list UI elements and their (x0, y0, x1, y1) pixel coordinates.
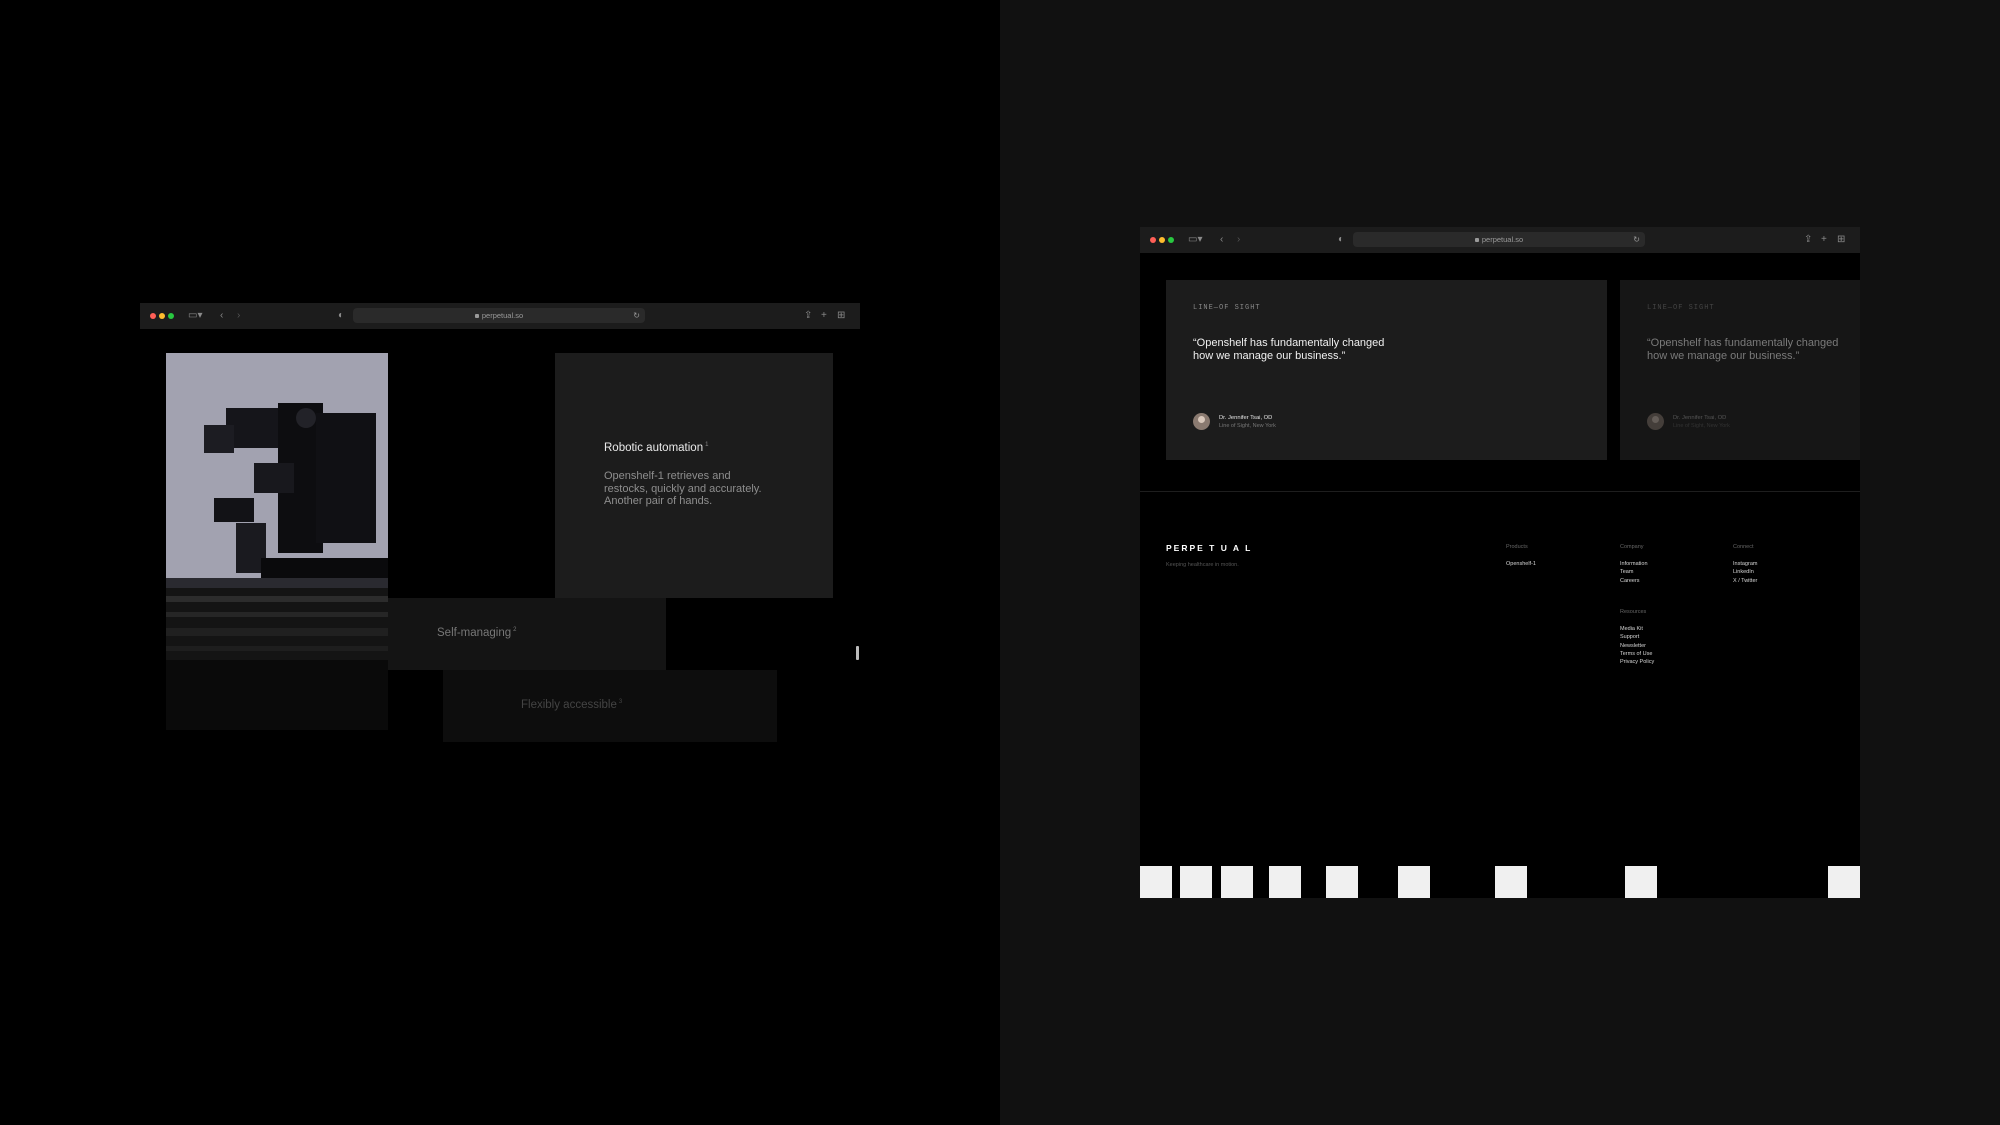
lock-icon (474, 314, 479, 318)
privacy-shield-icon[interactable]: ◐ (1338, 233, 1344, 247)
robotic-arm-image (166, 353, 388, 588)
footer-links-connect: Instagram LinkedIn X / Twitter (1733, 560, 1757, 585)
testimonial-tag: LINE—OF SIGHT (1647, 304, 1715, 312)
footer-links-company: Information Team Careers (1620, 560, 1648, 585)
robot-image-strip (166, 588, 388, 660)
author-avatar (1647, 413, 1664, 430)
decorative-square (1221, 866, 1253, 898)
author-name: Dr. Jennifer Tsai, OD (1673, 415, 1727, 421)
decorative-square (1326, 866, 1358, 898)
feature-title: Flexibly accessible 3 (521, 699, 623, 711)
sidebar-toggle-icon[interactable]: ▭▾ (188, 309, 202, 323)
testimonial-card: LINE—OF SIGHT “Openshelf has fundamental… (1166, 280, 1607, 460)
footer-link[interactable]: Support (1620, 633, 1654, 641)
right-panel: ▭▾ ‹ › ◐ perpetual.so ↻ ⇪ + ⊞ LINE—OF SI… (1000, 0, 2000, 1125)
privacy-shield-icon[interactable]: ◐ (338, 309, 344, 323)
lock-icon (1474, 238, 1479, 242)
left-panel: ▭▾ ‹ › ◐ perpetual.so ↻ ⇪ + ⊞ Robotic au… (0, 0, 1000, 1125)
footer-link[interactable]: Privacy Policy (1620, 658, 1654, 666)
footer-links-resources: Media Kit Support Newsletter Terms of Us… (1620, 625, 1654, 666)
url-text: perpetual.so (481, 311, 524, 320)
footer-link[interactable]: Terms of Use (1620, 650, 1654, 658)
footer-link[interactable]: Team (1620, 568, 1648, 576)
footer-heading-company: Company (1620, 544, 1644, 550)
new-tab-icon[interactable]: + (1821, 233, 1827, 247)
testimonial-quote: “Openshelf has fundamentally changed how… (1647, 337, 1839, 362)
decorative-square (1180, 866, 1212, 898)
author-name: Dr. Jennifer Tsai, OD (1219, 415, 1273, 421)
robot-arm-illustration (166, 403, 388, 588)
footer-heading-products: Products (1506, 544, 1528, 550)
machinery-texture (166, 588, 388, 660)
feature-card-flexibly-accessible[interactable]: Flexibly accessible 3 (443, 670, 777, 742)
feature-card-robotic-automation[interactable]: Robotic automation 1 Openshelf-1 retrieve… (555, 353, 833, 598)
sidebar-toggle-icon[interactable]: ▭▾ (1188, 233, 1202, 247)
minimize-window-button[interactable] (159, 313, 165, 319)
footer-link[interactable]: Media Kit (1620, 625, 1654, 633)
left-browser-window: ▭▾ ‹ › ◐ perpetual.so ↻ ⇪ + ⊞ Robotic au… (140, 303, 860, 745)
footer-logo[interactable]: PERPE T U A L (1166, 543, 1252, 553)
feature-title: Self-managing 2 (437, 627, 517, 639)
forward-icon[interactable]: › (237, 309, 240, 323)
share-icon[interactable]: ⇪ (1804, 233, 1812, 247)
author-avatar (1193, 413, 1210, 430)
footer-link[interactable]: Openshelf-1 (1506, 560, 1536, 568)
robot-image-strip-dim (166, 660, 388, 730)
forward-icon[interactable]: › (1237, 233, 1240, 247)
footer-heading-resources: Resources (1620, 609, 1647, 615)
author-affiliation: Line of Sight, New York (1219, 423, 1276, 429)
testimonial-quote: “Openshelf has fundamentally changed how… (1193, 337, 1385, 362)
testimonial-tag: LINE—OF SIGHT (1193, 304, 1261, 312)
right-browser-window: ▭▾ ‹ › ◐ perpetual.so ↻ ⇪ + ⊞ LINE—OF SI… (1140, 227, 1860, 898)
address-bar[interactable]: perpetual.so ↻ (1353, 232, 1645, 247)
address-bar[interactable]: perpetual.so ↻ (353, 308, 645, 323)
new-tab-icon[interactable]: + (821, 309, 827, 323)
tab-overview-icon[interactable]: ⊞ (837, 309, 845, 323)
decorative-square (1828, 866, 1860, 898)
share-icon[interactable]: ⇪ (804, 309, 812, 323)
url-text: perpetual.so (1481, 235, 1524, 244)
browser-toolbar: ▭▾ ‹ › ◐ perpetual.so ↻ ⇪ + ⊞ (1140, 227, 1860, 253)
author-affiliation: Line of Sight, New York (1673, 423, 1730, 429)
minimize-window-button[interactable] (1159, 237, 1165, 243)
decorative-square (1269, 866, 1301, 898)
decorative-square (1495, 866, 1527, 898)
feature-description: Openshelf-1 retrieves and restocks, quic… (604, 470, 762, 508)
scrollbar-thumb[interactable] (856, 646, 859, 660)
footer-link[interactable]: X / Twitter (1733, 577, 1757, 585)
close-window-button[interactable] (150, 313, 156, 319)
maximize-window-button[interactable] (168, 313, 174, 319)
footer-link[interactable]: Instagram (1733, 560, 1757, 568)
maximize-window-button[interactable] (1168, 237, 1174, 243)
footer-link[interactable]: Information (1620, 560, 1648, 568)
footer-links-products: Openshelf-1 (1506, 560, 1536, 568)
decorative-square (1398, 866, 1430, 898)
footer-link[interactable]: Careers (1620, 577, 1648, 585)
footer-link[interactable]: Newsletter (1620, 642, 1654, 650)
tab-overview-icon[interactable]: ⊞ (1837, 233, 1845, 247)
feature-card-self-managing[interactable]: Self-managing 2 (388, 598, 666, 670)
footer-link[interactable]: LinkedIn (1733, 568, 1757, 576)
decorative-square (1625, 866, 1657, 898)
browser-toolbar: ▭▾ ‹ › ◐ perpetual.so ↻ ⇪ + ⊞ (140, 303, 860, 329)
footer-tagline: Keeping healthcare in motion. (1166, 562, 1239, 568)
section-divider (1140, 491, 1860, 492)
reload-icon[interactable]: ↻ (1633, 232, 1640, 247)
reload-icon[interactable]: ↻ (633, 308, 640, 323)
close-window-button[interactable] (1150, 237, 1156, 243)
back-icon[interactable]: ‹ (220, 309, 223, 323)
feature-title: Robotic automation 1 (604, 442, 709, 454)
decorative-square (1140, 866, 1172, 898)
footer-heading-connect: Connect (1733, 544, 1754, 550)
testimonial-card-next: LINE—OF SIGHT “Openshelf has fundamental… (1620, 280, 1860, 460)
back-icon[interactable]: ‹ (1220, 233, 1223, 247)
